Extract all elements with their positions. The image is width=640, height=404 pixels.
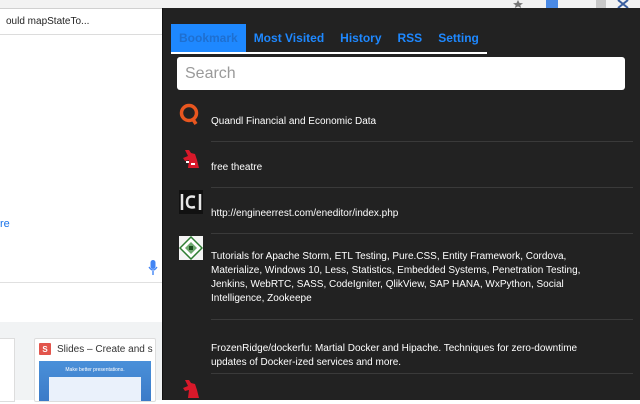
tab-rss[interactable]: RSS <box>390 24 431 52</box>
background-link-fragment[interactable]: re <box>0 218 10 230</box>
red-unicorn-icon <box>183 380 199 398</box>
thumbnail-slides[interactable]: S Slides – Create and s Make better pres… <box>34 338 156 402</box>
extension-icon-2[interactable] <box>596 0 606 8</box>
thumbnail-preview: Make better presentations. <box>39 361 151 401</box>
list-item[interactable]: http://engineerrest.com/eneditor/index.p… <box>177 188 633 234</box>
slides-icon: S <box>39 343 51 355</box>
thumbnail-preview-box <box>49 377 141 401</box>
bookmark-title: free theatre <box>211 142 633 188</box>
background-tab-title[interactable]: ould mapStateTo... <box>0 9 162 35</box>
bookmark-title: Quandl Financial and Economic Data <box>211 96 633 142</box>
tab-bookmark[interactable]: Bookmark <box>171 24 246 52</box>
icon-cell <box>177 320 211 374</box>
most-visited-thumbnails: S Slides – Create and s Make better pres… <box>0 322 162 402</box>
bookmark-tool-icon[interactable] <box>616 0 630 8</box>
microphone-icon[interactable] <box>148 260 158 276</box>
quandl-q-icon <box>179 103 199 125</box>
thumbnail-header: S Slides – Create and s <box>35 339 155 359</box>
thumbnail-preview-text: Make better presentations. <box>65 367 125 373</box>
tab-history[interactable]: History <box>332 24 389 52</box>
bookmark-title: http://engineerrest.com/eneditor/index.p… <box>211 188 633 234</box>
icon-cell <box>177 96 211 142</box>
background-search-bar[interactable] <box>0 254 162 283</box>
thumbnail-partial[interactable] <box>0 338 15 402</box>
bookmark-list: Quandl Financial and Economic Data free … <box>177 96 633 404</box>
icon-cell <box>177 142 211 188</box>
bookmark-popup: Bookmark Most Visited History RSS Settin… <box>162 8 640 400</box>
bookmark-title: FrozenRidge/dockerfu: Martial Docker and… <box>211 320 633 374</box>
list-item[interactable]: FrozenRidge/dockerfu: Martial Docker and… <box>177 320 633 374</box>
list-item[interactable]: Quandl Financial and Economic Data <box>177 96 633 142</box>
tab-most-visited[interactable]: Most Visited <box>246 24 332 52</box>
bookmark-title: Tutorials for Apache Storm, ETL Testing,… <box>211 234 633 320</box>
popup-tab-bar: Bookmark Most Visited History RSS Settin… <box>171 16 487 54</box>
tutorials-diamond-icon <box>179 236 203 260</box>
tab-setting[interactable]: Setting <box>430 24 487 52</box>
list-item[interactable]: free theatre <box>177 142 633 188</box>
icon-cell <box>177 234 211 320</box>
star-icon[interactable] <box>512 0 524 8</box>
search-input[interactable] <box>177 57 625 90</box>
red-unicorn-icon <box>183 150 199 168</box>
thumbnail-title: Slides – Create and s <box>57 343 153 355</box>
extension-icon[interactable] <box>546 0 558 8</box>
icon-cell <box>177 188 211 234</box>
ici-logo-icon <box>179 190 203 214</box>
list-item[interactable]: Tutorials for Apache Storm, ETL Testing,… <box>177 234 633 320</box>
